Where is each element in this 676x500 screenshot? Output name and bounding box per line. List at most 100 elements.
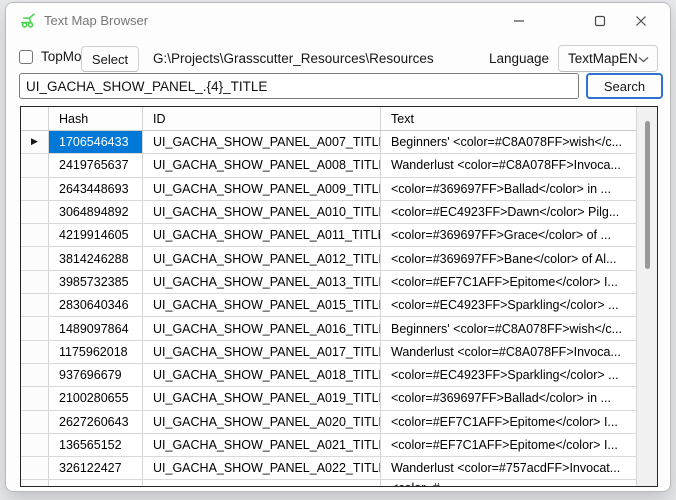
hash-cell[interactable]: 2100280655 [49,387,143,409]
language-combobox[interactable]: TextMapEN [558,45,658,72]
row-selector-cell[interactable] [21,434,49,456]
table-row[interactable]: 4219914605 UI_GACHA_SHOW_PANEL_A011_TITL… [21,224,636,247]
id-cell[interactable]: UI_GACHA_SHOW_PANEL_A012_TITLE [143,247,381,269]
row-selector-cell[interactable] [21,154,49,176]
table-row[interactable]: 3064894892 UI_GACHA_SHOW_PANEL_A010_TITL… [21,201,636,224]
text-cell[interactable]: Wanderlust <color=#C8A078FF>Invoca... [381,154,636,176]
text-cell[interactable]: <color=#EC4923FF>Dawn</color> Pilg... [381,201,636,223]
hash-cell[interactable]: 4219914605 [49,224,143,246]
table-row-clipped[interactable]: <color=# [21,480,636,486]
chevron-down-icon [638,51,649,66]
id-cell[interactable]: UI_GACHA_SHOW_PANEL_A015_TITLE [143,294,381,316]
vertical-scrollbar-thumb[interactable] [645,121,650,269]
header-row-selector[interactable] [21,107,49,130]
text-cell[interactable]: <color=#369697FF>Ballad</color> in ... [381,178,636,200]
table-row[interactable]: 2830640346 UI_GACHA_SHOW_PANEL_A015_TITL… [21,294,636,317]
table-row[interactable]: 937696679 UI_GACHA_SHOW_PANEL_A018_TITLE… [21,364,636,387]
table-row[interactable]: 1175962018 UI_GACHA_SHOW_PANEL_A017_TITL… [21,341,636,364]
row-selector-cell[interactable] [21,411,49,433]
text-cell[interactable]: <color=#EF7C1AFF>Epitome</color> I... [381,271,636,293]
id-cell[interactable]: UI_GACHA_SHOW_PANEL_A022_TITLE [143,457,381,479]
maximize-button[interactable] [584,6,616,35]
id-cell[interactable]: UI_GACHA_SHOW_PANEL_A017_TITLE [143,341,381,363]
row-selector-cell[interactable] [21,480,49,486]
header-text[interactable]: Text [381,107,636,130]
header-id[interactable]: ID [143,107,381,130]
table-row[interactable]: 2419765637 UI_GACHA_SHOW_PANEL_A008_TITL… [21,154,636,177]
row-selector-cell[interactable] [21,364,49,386]
id-cell[interactable]: UI_GACHA_SHOW_PANEL_A016_TITLE [143,317,381,339]
hash-cell[interactable]: 2830640346 [49,294,143,316]
text-cell[interactable]: <color=#369697FF>Grace</color> of ... [381,224,636,246]
hash-cell[interactable]: 326122427 [49,457,143,479]
select-button[interactable]: Select [81,46,139,72]
close-button[interactable] [625,6,657,35]
row-selector-cell[interactable] [21,387,49,409]
table-row[interactable]: 2627260643 UI_GACHA_SHOW_PANEL_A020_TITL… [21,411,636,434]
hash-cell[interactable] [49,480,143,486]
titlebar[interactable]: Text Map Browser [6,3,670,39]
row-selector-cell[interactable] [21,201,49,223]
text-cell[interactable]: <color=#EC4923FF>Sparkling</color> ... [381,364,636,386]
id-cell[interactable]: UI_GACHA_SHOW_PANEL_A020_TITLE [143,411,381,433]
app-window: Text Map Browser TopMost Select G:\Proje… [5,2,671,492]
row-selector-cell[interactable] [21,224,49,246]
id-cell[interactable]: UI_GACHA_SHOW_PANEL_A008_TITLE [143,154,381,176]
hash-cell[interactable]: 937696679 [49,364,143,386]
text-cell[interactable]: Beginners' <color=#C8A078FF>wish</c... [381,317,636,339]
hash-cell[interactable]: 1489097864 [49,317,143,339]
table-row[interactable]: 326122427 UI_GACHA_SHOW_PANEL_A022_TITLE… [21,457,636,480]
table-row[interactable]: 1489097864 UI_GACHA_SHOW_PANEL_A016_TITL… [21,317,636,340]
hash-cell[interactable]: 1175962018 [49,341,143,363]
hash-cell[interactable]: 2643448693 [49,178,143,200]
row-selector-cell[interactable] [21,271,49,293]
id-cell[interactable]: UI_GACHA_SHOW_PANEL_A009_TITLE [143,178,381,200]
id-cell[interactable] [143,480,381,486]
table-row[interactable]: 3814246288 UI_GACHA_SHOW_PANEL_A012_TITL… [21,247,636,270]
table-row[interactable]: 2100280655 UI_GACHA_SHOW_PANEL_A019_TITL… [21,387,636,410]
id-cell[interactable]: UI_GACHA_SHOW_PANEL_A019_TITLE [143,387,381,409]
table-row[interactable]: 3985732385 UI_GACHA_SHOW_PANEL_A013_TITL… [21,271,636,294]
search-input[interactable] [19,73,579,99]
header-hash[interactable]: Hash [49,107,143,130]
text-cell[interactable]: <color=#EF7C1AFF>Epitome</color> I... [381,434,636,456]
language-combobox-value: TextMapEN [568,51,638,66]
row-selector-cell[interactable] [21,247,49,269]
id-cell[interactable]: UI_GACHA_SHOW_PANEL_A010_TITLE [143,201,381,223]
row-selector-cell[interactable] [21,457,49,479]
id-cell[interactable]: UI_GACHA_SHOW_PANEL_A007_TITLE [143,131,381,153]
text-cell[interactable]: <color=#EF7C1AFF>Epitome</color> I... [381,411,636,433]
hash-cell-selected[interactable]: 1706546433 [49,131,143,153]
hash-cell[interactable]: 3064894892 [49,201,143,223]
language-label: Language [489,46,549,72]
textmap-datagrid: Hash ID Text ▶ 1706546433 UI_GACHA_SHOW_… [20,106,658,487]
row-selector-cell[interactable] [21,178,49,200]
table-row[interactable]: 136565152 UI_GACHA_SHOW_PANEL_A021_TITLE… [21,434,636,457]
minimize-button[interactable] [503,6,535,35]
search-button[interactable]: Search [586,73,663,99]
table-row[interactable]: ▶ 1706546433 UI_GACHA_SHOW_PANEL_A007_TI… [21,131,636,154]
hash-cell[interactable]: 136565152 [49,434,143,456]
id-cell[interactable]: UI_GACHA_SHOW_PANEL_A021_TITLE [143,434,381,456]
hash-cell[interactable]: 3985732385 [49,271,143,293]
text-cell[interactable]: <color=#369697FF>Ballad</color> in ... [381,387,636,409]
hash-cell[interactable]: 2419765637 [49,154,143,176]
id-cell[interactable]: UI_GACHA_SHOW_PANEL_A013_TITLE [143,271,381,293]
text-cell[interactable]: <color=# [381,480,636,486]
text-cell[interactable]: Wanderlust <color=#757acdFF>Invocat... [381,457,636,479]
hash-cell[interactable]: 3814246288 [49,247,143,269]
row-selector-cell[interactable] [21,341,49,363]
hash-cell[interactable]: 2627260643 [49,411,143,433]
table-row[interactable]: 2643448693 UI_GACHA_SHOW_PANEL_A009_TITL… [21,178,636,201]
id-cell[interactable]: UI_GACHA_SHOW_PANEL_A018_TITLE [143,364,381,386]
id-cell[interactable]: UI_GACHA_SHOW_PANEL_A011_TITLE [143,224,381,246]
text-cell[interactable]: Wanderlust <color=#C8A078FF>Invoca... [381,341,636,363]
text-cell[interactable]: <color=#EC4923FF>Sparkling</color> ... [381,294,636,316]
row-selector-cell[interactable] [21,294,49,316]
checkbox-box[interactable] [19,50,33,64]
text-cell[interactable]: Beginners' <color=#C8A078FF>wish</c... [381,131,636,153]
text-cell[interactable]: <color=#369697FF>Bane</color> of Al... [381,247,636,269]
row-selector-cell[interactable]: ▶ [21,131,49,153]
vertical-scrollbar[interactable] [636,107,657,486]
row-selector-cell[interactable] [21,317,49,339]
